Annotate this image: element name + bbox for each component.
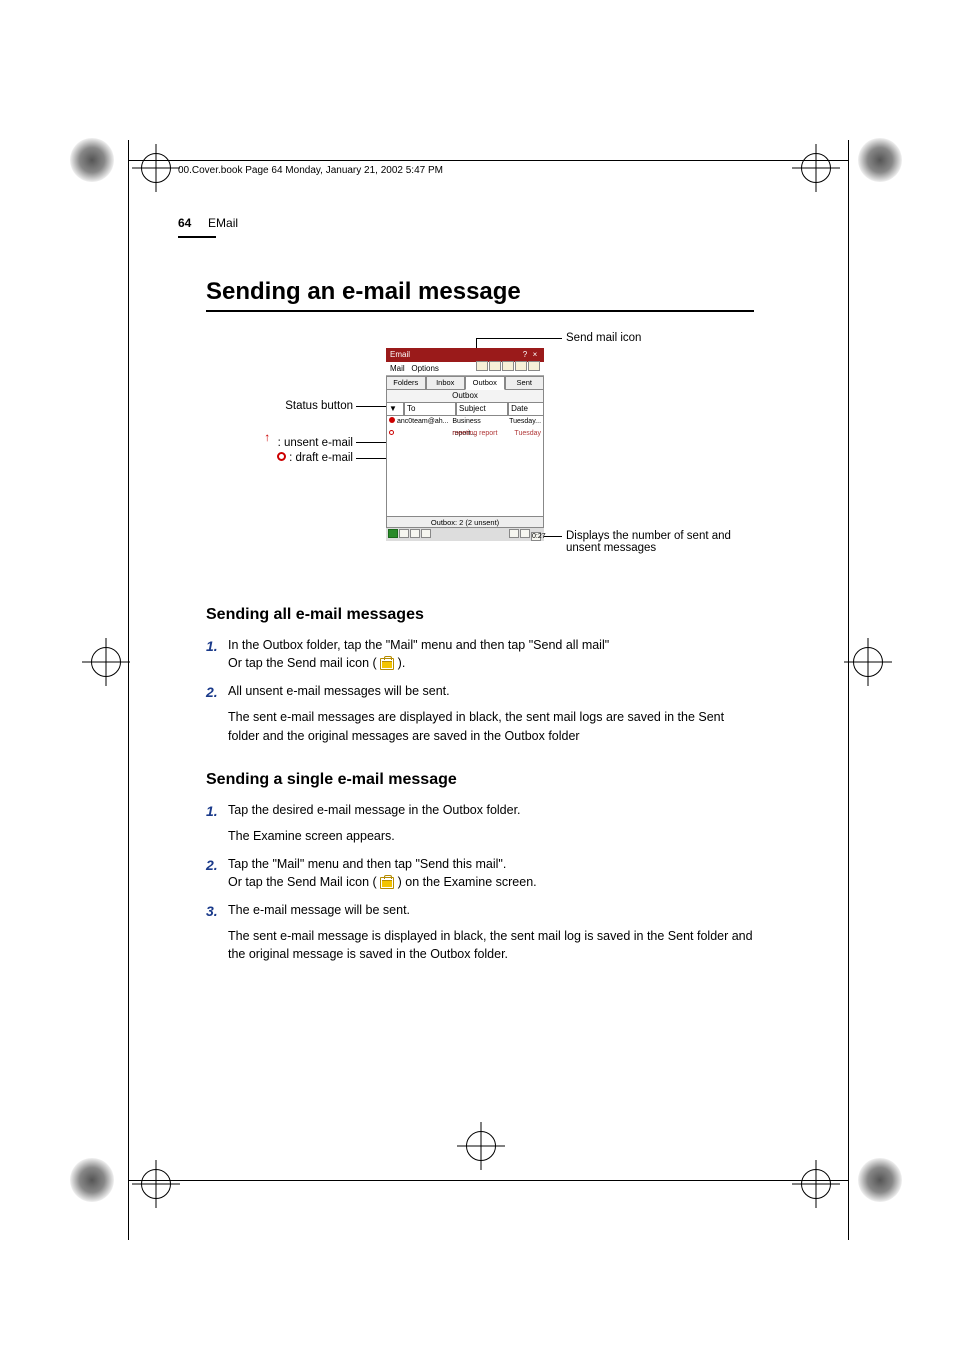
crop-mark bbox=[128, 140, 129, 1240]
tab-folders[interactable]: Folders bbox=[386, 376, 426, 390]
status-dot-icon bbox=[389, 430, 394, 435]
callout-send-icon: Send mail icon bbox=[566, 332, 746, 344]
step-item: 1. In the Outbox folder, tap the "Mail" … bbox=[206, 636, 758, 672]
registration-mark-icon bbox=[70, 138, 114, 182]
callout-draft: : draft e-mail bbox=[218, 452, 353, 464]
col-date[interactable]: Date bbox=[508, 403, 544, 416]
taskbar-icon[interactable] bbox=[421, 529, 431, 538]
leader-line bbox=[356, 406, 386, 407]
col-to[interactable]: To bbox=[404, 403, 456, 416]
crop-mark bbox=[128, 1180, 848, 1181]
leader-line bbox=[476, 338, 562, 339]
step-item: 3. The e-mail message will be sent. The … bbox=[206, 901, 758, 963]
clock: 0:27 bbox=[531, 532, 541, 541]
taskbar-icon[interactable] bbox=[388, 529, 398, 538]
toolbar-icons bbox=[475, 361, 540, 376]
crosshair-icon bbox=[850, 644, 886, 680]
registration-mark-icon bbox=[858, 138, 902, 182]
crosshair-icon bbox=[463, 1128, 499, 1164]
crosshair-icon bbox=[798, 150, 834, 186]
device-screenshot: Email ?× Mail Options Folders Inbox Outb… bbox=[386, 348, 544, 564]
registration-mark-icon bbox=[858, 1158, 902, 1202]
step-item: 2. All unsent e-mail messages will be se… bbox=[206, 682, 758, 744]
send-mail-icon[interactable] bbox=[476, 361, 488, 371]
subfolder-label: Outbox bbox=[386, 390, 544, 403]
page-number: 64 bbox=[178, 216, 191, 230]
header-rule bbox=[178, 236, 216, 238]
tray-icon[interactable] bbox=[520, 529, 530, 538]
menu-options[interactable]: Options bbox=[411, 364, 439, 373]
crop-mark bbox=[128, 160, 848, 161]
col-subject[interactable]: Subject bbox=[456, 403, 508, 416]
steps-send-single: 1. Tap the desired e-mail message in the… bbox=[206, 801, 758, 964]
toolbar-icon[interactable] bbox=[528, 361, 540, 371]
callout-unsent: : unsent e-mail bbox=[218, 436, 353, 449]
toolbar-icon[interactable] bbox=[502, 361, 514, 371]
unsent-arrow-icon bbox=[264, 436, 274, 446]
crosshair-icon bbox=[88, 644, 124, 680]
crosshair-icon bbox=[138, 1166, 174, 1202]
book-header-line: 00.Cover.book Page 64 Monday, January 21… bbox=[178, 165, 758, 176]
annotated-screenshot-figure: Status button : unsent e-mail : draft e-… bbox=[178, 340, 754, 580]
send-mail-icon bbox=[380, 877, 394, 889]
crosshair-icon bbox=[798, 1166, 834, 1202]
help-icon: ? bbox=[520, 348, 530, 362]
status-bar: Outbox: 2 (2 unsent) bbox=[386, 516, 544, 528]
callout-status-button: Status button bbox=[178, 400, 353, 412]
subheading-send-all: Sending all e-mail messages bbox=[206, 606, 758, 624]
tray-icon[interactable] bbox=[509, 529, 519, 538]
registration-mark-icon bbox=[70, 1158, 114, 1202]
step-item: 1. Tap the desired e-mail message in the… bbox=[206, 801, 758, 845]
step-number: 2. bbox=[206, 682, 228, 744]
tab-outbox[interactable]: Outbox bbox=[465, 376, 505, 390]
callout-counter: Displays the number of sent and unsent m… bbox=[566, 530, 754, 554]
message-list: anc0team@ah... Business report... Tuesda… bbox=[386, 416, 544, 516]
crosshair-icon bbox=[138, 150, 174, 186]
step-item: 2. Tap the "Mail" menu and then tap "Sen… bbox=[206, 855, 758, 891]
taskbar-icon[interactable] bbox=[399, 529, 409, 538]
leader-line bbox=[356, 442, 388, 443]
menu-mail[interactable]: Mail bbox=[390, 364, 405, 373]
step-number: 1. bbox=[206, 636, 228, 672]
leader-line bbox=[356, 458, 390, 459]
taskbar-icon[interactable] bbox=[410, 529, 420, 538]
taskbar: 0:27 bbox=[386, 528, 544, 541]
sort-indicator[interactable]: ▼ bbox=[386, 403, 404, 416]
running-header: 64 EMail bbox=[178, 216, 758, 230]
tab-sent[interactable]: Sent bbox=[505, 376, 545, 390]
list-item[interactable]: anc0team@ah... Business report... Tuesda… bbox=[387, 416, 543, 428]
crop-mark bbox=[848, 140, 849, 1240]
app-titlebar: Email ?× bbox=[386, 348, 544, 362]
column-headers: ▼ To Subject Date bbox=[386, 403, 544, 416]
list-item[interactable]: meeting report Tuesday bbox=[387, 428, 543, 440]
send-mail-icon bbox=[380, 658, 394, 670]
page-title: Sending an e-mail message bbox=[206, 278, 758, 306]
step-number: 1. bbox=[206, 801, 228, 845]
step-number: 3. bbox=[206, 901, 228, 963]
step-number: 2. bbox=[206, 855, 228, 891]
app-title: Email bbox=[390, 348, 410, 362]
tab-inbox[interactable]: Inbox bbox=[426, 376, 466, 390]
subheading-send-single: Sending a single e-mail message bbox=[206, 771, 758, 789]
toolbar-icon[interactable] bbox=[489, 361, 501, 371]
draft-circle-icon bbox=[277, 452, 286, 461]
section-name: EMail bbox=[208, 216, 238, 230]
close-icon: × bbox=[530, 348, 540, 362]
folder-tabs: Folders Inbox Outbox Sent bbox=[386, 376, 544, 390]
toolbar-icon[interactable] bbox=[515, 361, 527, 371]
steps-send-all: 1. In the Outbox folder, tap the "Mail" … bbox=[206, 636, 758, 745]
app-menubar: Mail Options bbox=[386, 362, 544, 376]
title-rule bbox=[206, 310, 754, 312]
